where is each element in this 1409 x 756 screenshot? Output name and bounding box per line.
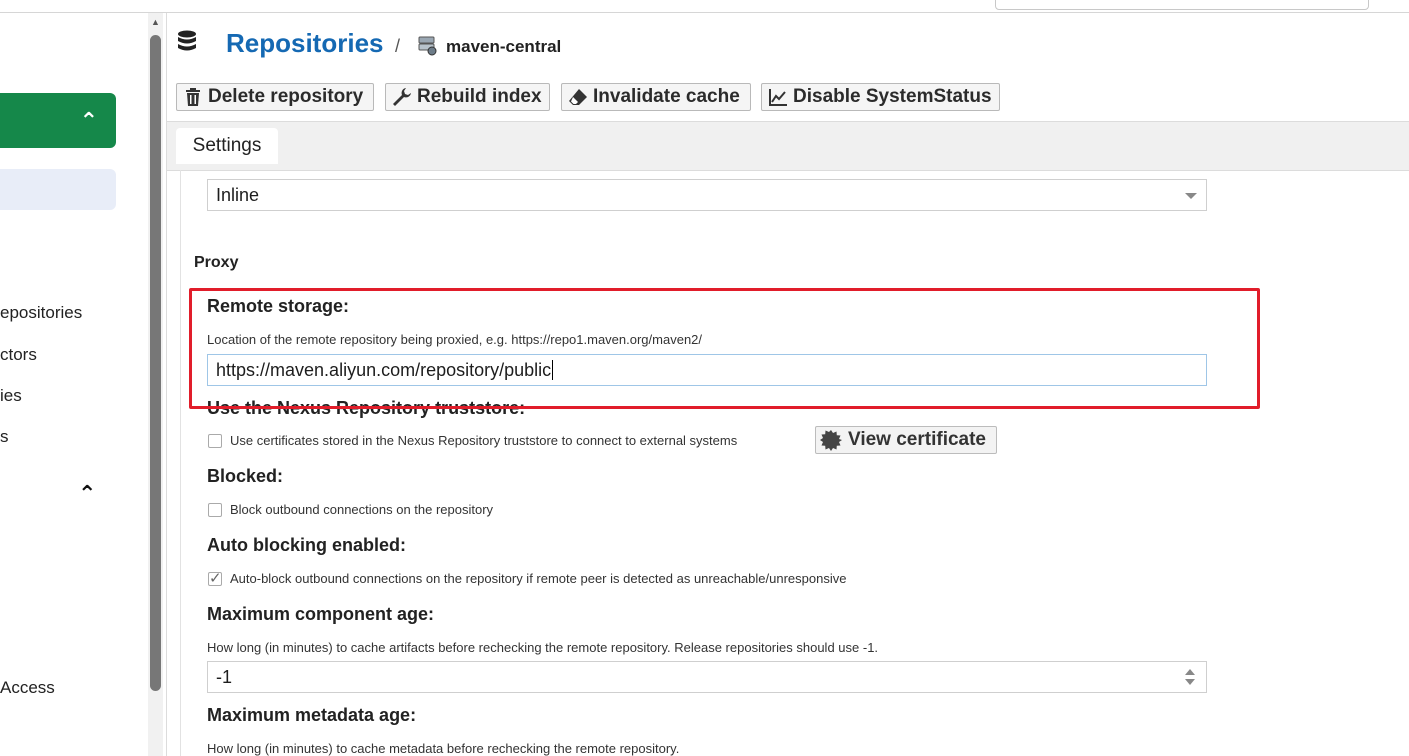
max-component-age-help: How long (in minutes) to cache artifacts…	[207, 640, 879, 655]
blocked-checkbox-row: Block outbound connections on the reposi…	[208, 502, 493, 517]
number-spinner-icon[interactable]	[1185, 669, 1197, 687]
chevron-up-icon[interactable]: ⌃	[80, 108, 98, 134]
sidebar: ⌃ epositories ctors ies s ⌃ Access	[0, 13, 148, 756]
proxy-section-title: Proxy	[194, 254, 239, 271]
sidebar-item-partial[interactable]: s	[0, 427, 9, 447]
auto-blocking-checkbox-text: Auto-block outbound connections on the r…	[230, 571, 847, 586]
breadcrumb-repository-name: maven-central	[446, 37, 562, 56]
rebuild-index-label: Rebuild index	[417, 86, 542, 107]
scroll-up-arrow-icon[interactable]: ▲	[148, 15, 163, 29]
sidebar-selected-item[interactable]	[0, 169, 116, 210]
auto-blocking-checkbox-row: Auto-block outbound connections on the r…	[208, 569, 847, 587]
delete-repository-button[interactable]: Delete repository	[176, 83, 374, 111]
blocked-checkbox-text: Block outbound connections on the reposi…	[230, 502, 494, 517]
view-certificate-label: View certificate	[848, 429, 987, 450]
invalidate-cache-button[interactable]: Invalidate cache	[561, 83, 751, 111]
trash-icon	[186, 88, 200, 106]
sidebar-item-access[interactable]: Access	[0, 678, 55, 698]
scrollbar-thumb[interactable]	[150, 35, 161, 691]
settings-form: Inline Proxy Remote storage: Location of…	[180, 170, 1409, 756]
invalidate-cache-label: Invalidate cache	[593, 86, 740, 107]
chevron-up-icon[interactable]: ⌃	[78, 481, 96, 507]
blocked-checkbox[interactable]	[208, 502, 222, 517]
breadcrumb-separator: /	[395, 36, 401, 56]
delete-repository-label: Delete repository	[208, 86, 364, 107]
line-chart-icon	[769, 89, 787, 106]
max-metadata-age-help: How long (in minutes) to cache metadata …	[207, 741, 680, 756]
sidebar-item-policies[interactable]: ies	[0, 386, 22, 406]
sidebar-item-connectors[interactable]: ctors	[0, 345, 37, 365]
repository-icon	[418, 36, 437, 56]
page-title[interactable]: Repositories	[226, 28, 384, 59]
disable-system-status-button[interactable]: Disable SystemStatus	[761, 83, 1000, 111]
disable-system-status-label: Disable SystemStatus	[793, 86, 992, 107]
tab-settings[interactable]: Settings	[176, 128, 278, 164]
max-component-age-value: -1	[216, 666, 233, 687]
database-icon	[178, 30, 196, 51]
truststore-checkbox[interactable]	[208, 433, 222, 448]
certificate-icon	[820, 430, 842, 451]
truststore-checkbox-row: Use certificates stored in the Nexus Rep…	[208, 433, 737, 448]
truststore-checkbox-text: Use certificates stored in the Nexus Rep…	[230, 433, 738, 448]
remote-storage-help: Location of the remote repository being …	[207, 332, 703, 347]
remote-storage-label: Remote storage:	[207, 296, 350, 316]
auto-blocking-checkbox[interactable]	[208, 569, 222, 587]
text-cursor	[552, 360, 554, 380]
max-component-age-input[interactable]: -1	[207, 661, 1207, 693]
truststore-label: Use the Nexus Repository truststore:	[207, 398, 526, 418]
auto-blocking-label: Auto blocking enabled:	[207, 535, 407, 555]
remote-storage-value: https://maven.aliyun.com/repository/publ…	[216, 359, 552, 380]
sidebar-active-section[interactable]: ⌃	[0, 93, 116, 148]
sidebar-item-repositories[interactable]: epositories	[0, 303, 82, 323]
content-disposition-select[interactable]: Inline	[207, 179, 1207, 211]
max-metadata-age-label: Maximum metadata age:	[207, 705, 417, 725]
wrench-icon	[393, 88, 411, 106]
chevron-down-icon	[1185, 193, 1197, 199]
tab-bar: Settings	[167, 121, 1409, 171]
rebuild-index-button[interactable]: Rebuild index	[385, 83, 550, 111]
remote-storage-input[interactable]: https://maven.aliyun.com/repository/publ…	[207, 354, 1207, 386]
view-certificate-button[interactable]: View certificate	[815, 426, 997, 454]
global-search-input[interactable]	[995, 0, 1369, 10]
eraser-icon	[569, 89, 587, 105]
content-disposition-value: Inline	[216, 184, 260, 205]
blocked-label: Blocked:	[207, 466, 284, 486]
max-component-age-label: Maximum component age:	[207, 604, 435, 624]
